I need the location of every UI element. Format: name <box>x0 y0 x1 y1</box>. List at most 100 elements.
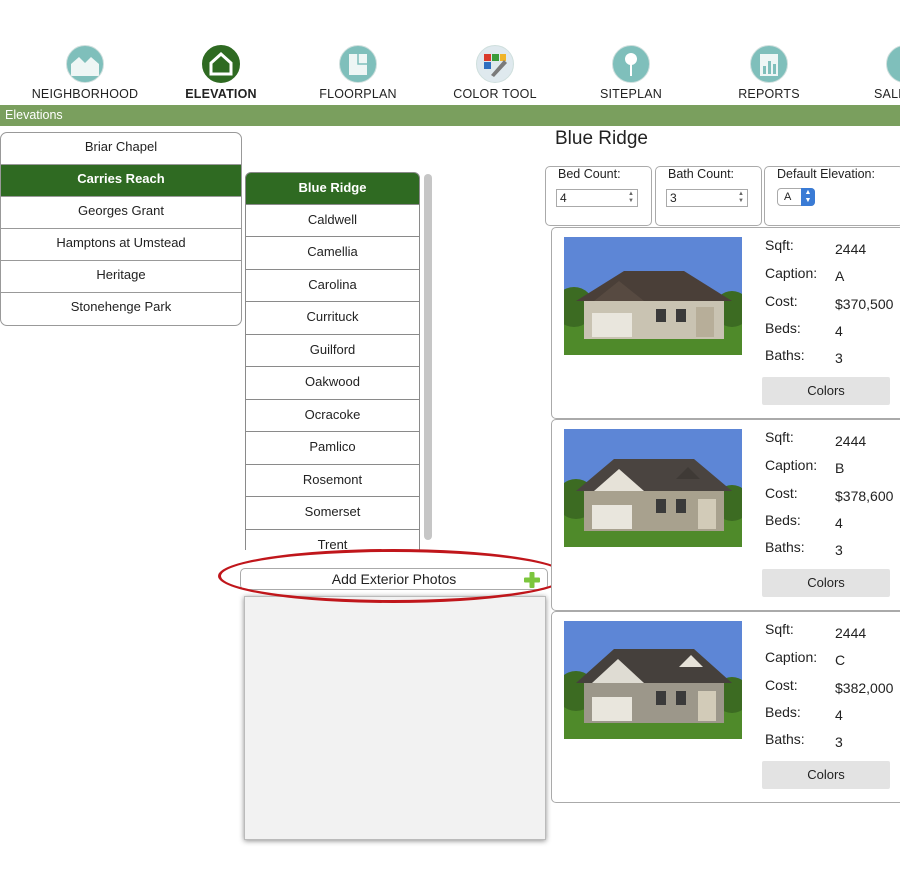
baths-label: Baths: <box>765 347 805 363</box>
nav-floorplan[interactable]: FLOORPLAN <box>298 45 418 101</box>
default-elevation-label: Default Elevation: <box>777 167 875 181</box>
floorplan-icon <box>339 45 377 83</box>
model-item[interactable]: Ocracoke <box>245 399 420 432</box>
baths-value: 3 <box>835 734 843 750</box>
nav-label: SITEPLAN <box>599 87 663 101</box>
sqft-label: Sqft: <box>765 621 794 637</box>
sqft-label: Sqft: <box>765 237 794 253</box>
house-photo <box>564 237 742 355</box>
neighborhood-item-selected[interactable]: Carries Reach <box>1 165 241 197</box>
bed-count-filter: Bed Count: 4 ▲ ▼ <box>545 166 652 226</box>
bed-count-label: Bed Count: <box>558 167 621 181</box>
spinner-icon[interactable]: ▲ ▼ <box>627 191 635 205</box>
nav-label: REPORTS <box>738 87 800 101</box>
neighborhood-icon <box>66 45 104 83</box>
baths-value: 3 <box>835 350 843 366</box>
beds-value: 4 <box>835 515 843 531</box>
house-icon <box>202 45 240 83</box>
caption-label: Caption: <box>765 649 818 665</box>
model-title: Blue Ridge <box>555 128 648 149</box>
bath-count-filter: Bath Count: 3 ▲ ▼ <box>655 166 762 226</box>
caption-label: Caption: <box>765 457 818 473</box>
model-list: Blue Ridge Caldwell Camellia Carolina Cu… <box>245 172 420 550</box>
cost-value: $378,600 <box>835 488 894 504</box>
color-tool-icon <box>476 45 514 83</box>
model-item[interactable]: Guilford <box>245 334 420 367</box>
colors-button[interactable]: Colors <box>762 569 890 597</box>
default-elevation-select[interactable]: A ▲ ▼ <box>777 188 815 206</box>
model-item[interactable]: Carolina <box>245 269 420 302</box>
nav-neighborhood[interactable]: NEIGHBORHOOD <box>25 45 145 101</box>
beds-value: 4 <box>835 323 843 339</box>
nav-sales[interactable]: SALE <box>840 45 900 101</box>
baths-label: Baths: <box>765 731 805 747</box>
spinner-icon[interactable]: ▲ ▼ <box>737 191 745 205</box>
model-list-scrollbar[interactable] <box>424 174 432 540</box>
elevation-card: Sqft: 2444 Caption: C Cost: $382,000 Bed… <box>551 611 900 803</box>
sqft-value: 2444 <box>835 625 867 641</box>
nav-label: FLOORPLAN <box>319 87 397 101</box>
beds-label: Beds: <box>765 704 801 720</box>
model-item[interactable]: Camellia <box>245 237 420 270</box>
house-photo <box>564 621 742 739</box>
model-item[interactable]: Caldwell <box>245 204 420 237</box>
cost-label: Cost: <box>765 293 798 309</box>
add-exterior-photos-label: Add Exterior Photos <box>331 571 457 587</box>
beds-value: 4 <box>835 707 843 723</box>
nav-color-tool[interactable]: COLOR TOOL <box>435 45 555 101</box>
model-item[interactable]: Trent <box>245 529 420 550</box>
caption-value: C <box>835 652 846 668</box>
nav-label: SALE <box>874 87 900 101</box>
model-item[interactable]: Currituck <box>245 302 420 335</box>
model-item[interactable]: Rosemont <box>245 464 420 497</box>
bath-count-value: 3 <box>670 191 677 205</box>
sales-icon <box>886 45 900 83</box>
colors-button[interactable]: Colors <box>762 377 890 405</box>
elevation-card: Sqft: 2444 Caption: A Cost: $370,500 Bed… <box>551 227 900 419</box>
select-arrows-icon: ▲ ▼ <box>801 188 815 206</box>
plus-icon[interactable] <box>523 571 541 589</box>
baths-label: Baths: <box>765 539 805 555</box>
neighborhood-item[interactable]: Briar Chapel <box>1 133 241 165</box>
neighborhood-list: Briar Chapel Carries Reach Georges Grant… <box>0 132 242 326</box>
default-elevation-filter: Default Elevation: A ▲ ▼ <box>764 166 900 226</box>
caption-value: B <box>835 460 845 476</box>
cost-label: Cost: <box>765 677 798 693</box>
caption-value: A <box>835 268 845 284</box>
sqft-value: 2444 <box>835 433 867 449</box>
bed-count-value: 4 <box>560 191 567 205</box>
cost-label: Cost: <box>765 485 798 501</box>
model-item[interactable]: Oakwood <box>245 367 420 400</box>
beds-label: Beds: <box>765 320 801 336</box>
model-item[interactable]: Somerset <box>245 497 420 530</box>
baths-value: 3 <box>835 542 843 558</box>
nav-label: COLOR TOOL <box>453 87 537 101</box>
section-title-bar: Elevations <box>0 105 900 126</box>
add-exterior-photos-button[interactable]: Add Exterior Photos <box>240 568 548 590</box>
neighborhood-item[interactable]: Heritage <box>1 261 241 293</box>
house-photo <box>564 429 742 547</box>
cost-value: $370,500 <box>835 296 894 312</box>
neighborhood-item[interactable]: Hamptons at Umstead <box>1 229 241 261</box>
map-pin-icon <box>612 45 650 83</box>
nav-label: ELEVATION <box>185 87 257 101</box>
neighborhood-item[interactable]: Georges Grant <box>1 197 241 229</box>
neighborhood-item[interactable]: Stonehenge Park <box>1 293 241 325</box>
elevation-card: Sqft: 2444 Caption: B Cost: $378,600 Bed… <box>551 419 900 611</box>
model-item-selected[interactable]: Blue Ridge <box>245 172 420 205</box>
top-navigation: NEIGHBORHOOD ELEVATION FLOORPLAN COLOR T… <box>0 0 900 104</box>
bed-count-input[interactable]: 4 ▲ ▼ <box>556 189 638 207</box>
nav-siteplan[interactable]: SITEPLAN <box>571 45 691 101</box>
default-elevation-value: A <box>784 191 792 203</box>
nav-label: NEIGHBORHOOD <box>31 87 139 101</box>
colors-button[interactable]: Colors <box>762 761 890 789</box>
sqft-label: Sqft: <box>765 429 794 445</box>
nav-reports[interactable]: REPORTS <box>709 45 829 101</box>
nav-elevation[interactable]: ELEVATION <box>161 45 281 101</box>
bath-count-input[interactable]: 3 ▲ ▼ <box>666 189 748 207</box>
model-item[interactable]: Pamlico <box>245 432 420 465</box>
bar-chart-icon <box>750 45 788 83</box>
photo-drop-panel[interactable] <box>244 596 546 840</box>
sqft-value: 2444 <box>835 241 867 257</box>
scrollbar-thumb[interactable] <box>424 174 432 540</box>
